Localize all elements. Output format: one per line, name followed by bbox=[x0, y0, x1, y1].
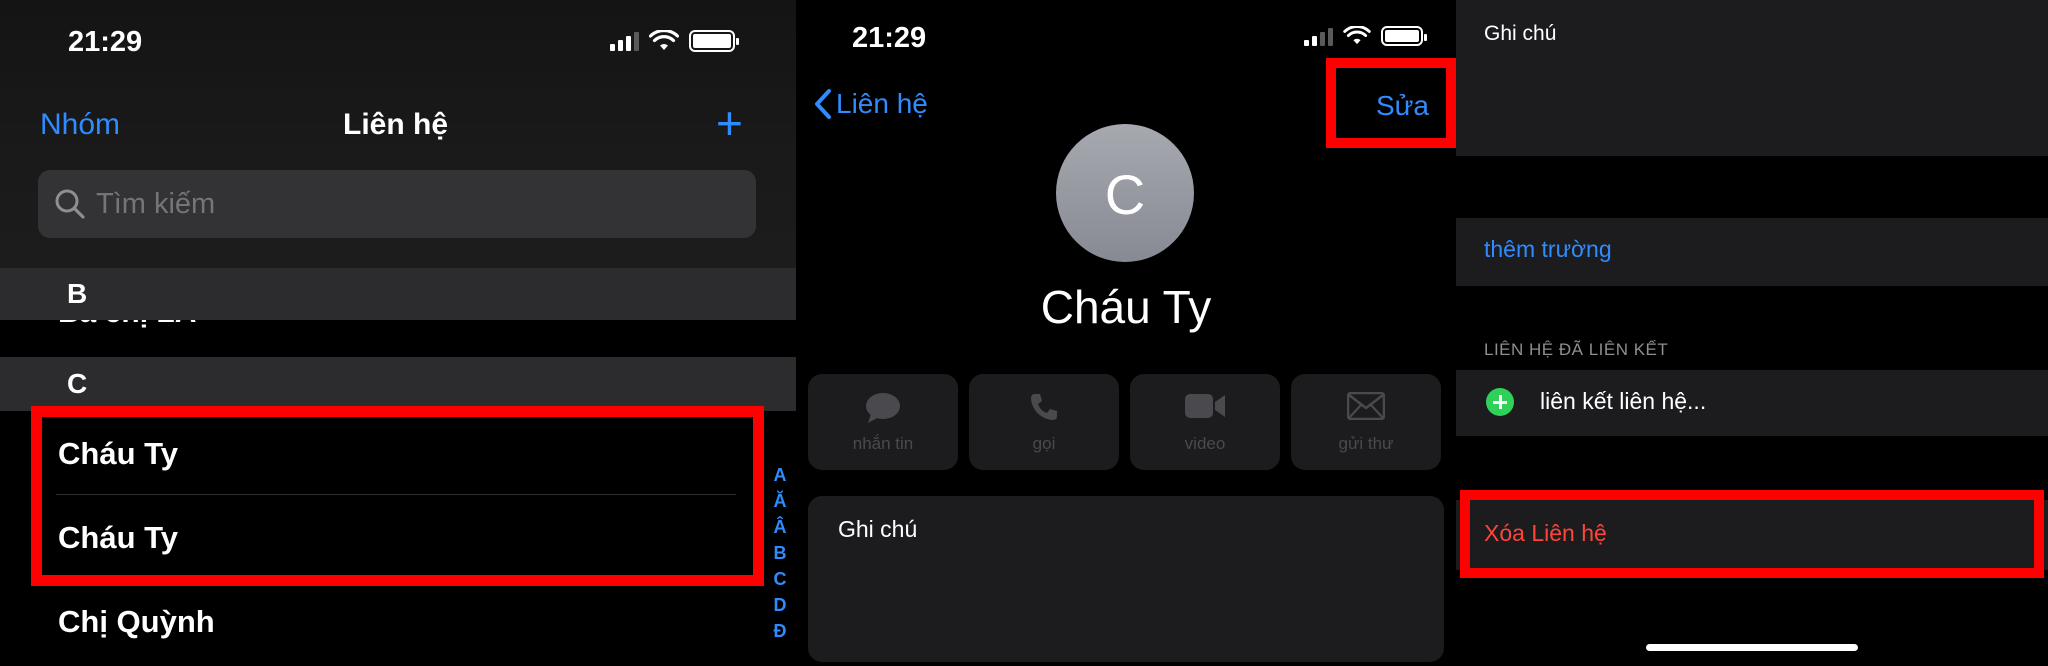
status-time: 21:29 bbox=[852, 22, 927, 54]
status-icons bbox=[1304, 26, 1427, 46]
action-label: video bbox=[1184, 434, 1226, 453]
status-icons bbox=[610, 30, 739, 52]
cellular-signal-icon bbox=[610, 31, 639, 51]
add-field-label: thêm trường bbox=[1484, 236, 1612, 262]
action-label: gọi bbox=[1032, 434, 1056, 453]
index-letter[interactable]: A bbox=[770, 462, 790, 488]
contact-row[interactable]: Chị Quỳnh bbox=[58, 604, 215, 640]
highlight-box bbox=[1460, 490, 2044, 578]
message-button[interactable]: nhắn tin bbox=[808, 374, 958, 470]
section-header-c: C bbox=[0, 357, 796, 411]
notes-label: Ghi chú bbox=[838, 516, 918, 542]
index-letter[interactable]: C bbox=[770, 566, 790, 592]
avatar-initial: C bbox=[1104, 163, 1146, 226]
index-letter[interactable]: D bbox=[770, 592, 790, 618]
index-letter[interactable]: Ă bbox=[770, 488, 790, 514]
search-bar[interactable] bbox=[38, 170, 756, 238]
link-contact-label: liên kết liên hệ... bbox=[1540, 388, 1707, 414]
search-input[interactable] bbox=[96, 188, 696, 221]
avatar: C bbox=[1056, 124, 1194, 262]
battery-icon bbox=[689, 30, 739, 52]
add-circle-icon bbox=[1486, 388, 1514, 416]
highlight-box bbox=[31, 406, 764, 586]
message-icon bbox=[866, 393, 900, 423]
contact-name: Cháu Ty bbox=[1040, 281, 1212, 333]
highlight-box bbox=[1326, 58, 1456, 148]
notes-field[interactable]: Ghi chú bbox=[808, 496, 1444, 662]
alphabet-index[interactable]: A Ă Â B C D Đ bbox=[770, 462, 790, 644]
section-header-b: B bbox=[0, 268, 796, 320]
video-button[interactable]: video bbox=[1130, 374, 1280, 470]
video-icon bbox=[1185, 394, 1225, 418]
notes-label: Ghi chú bbox=[1484, 22, 1557, 45]
contact-detail-panel: 21:29 Liên hệ Sửa C Cháu Ty nhắn tin gọi… bbox=[796, 0, 1456, 666]
status-time: 21:29 bbox=[68, 26, 143, 58]
section-header-linked-contacts: LIÊN HỆ ĐÃ LIÊN KẾT bbox=[1484, 340, 1669, 359]
notes-field[interactable]: Ghi chú bbox=[1456, 0, 2048, 156]
chevron-left-icon bbox=[815, 89, 831, 119]
index-letter[interactable]: Đ bbox=[770, 618, 790, 644]
wifi-icon bbox=[649, 30, 679, 50]
phone-icon bbox=[1031, 394, 1057, 420]
section-letter: C bbox=[67, 368, 88, 399]
cellular-signal-icon bbox=[1304, 26, 1333, 46]
link-contact-button[interactable]: liên kết liên hệ... bbox=[1456, 370, 2048, 436]
index-letter[interactable]: B bbox=[770, 540, 790, 566]
groups-button[interactable]: Nhóm bbox=[40, 108, 120, 142]
battery-icon bbox=[1381, 26, 1427, 46]
search-icon bbox=[55, 189, 85, 219]
mail-icon bbox=[1347, 392, 1385, 420]
mail-button[interactable]: gửi thư bbox=[1291, 374, 1441, 470]
edit-contact-panel: Ghi chú thêm trường LIÊN HỆ ĐÃ LIÊN KẾT … bbox=[1456, 0, 2048, 666]
page-title: Liên hệ bbox=[343, 108, 449, 141]
call-button[interactable]: gọi bbox=[969, 374, 1119, 470]
action-label: nhắn tin bbox=[852, 434, 914, 453]
add-field-button[interactable]: thêm trường bbox=[1456, 218, 2048, 286]
wifi-icon bbox=[1343, 26, 1371, 45]
contacts-list-panel: 21:29 Nhóm Liên hệ + Bà chị LA B C Cháu … bbox=[0, 0, 796, 666]
index-letter[interactable]: Â bbox=[770, 514, 790, 540]
section-letter: B bbox=[67, 278, 88, 309]
action-label: gửi thư bbox=[1338, 434, 1394, 453]
home-indicator[interactable] bbox=[1646, 644, 1858, 651]
add-contact-button[interactable]: + bbox=[716, 100, 743, 146]
back-button[interactable]: Liên hệ bbox=[814, 88, 928, 120]
back-button-label: Liên hệ bbox=[836, 88, 928, 119]
